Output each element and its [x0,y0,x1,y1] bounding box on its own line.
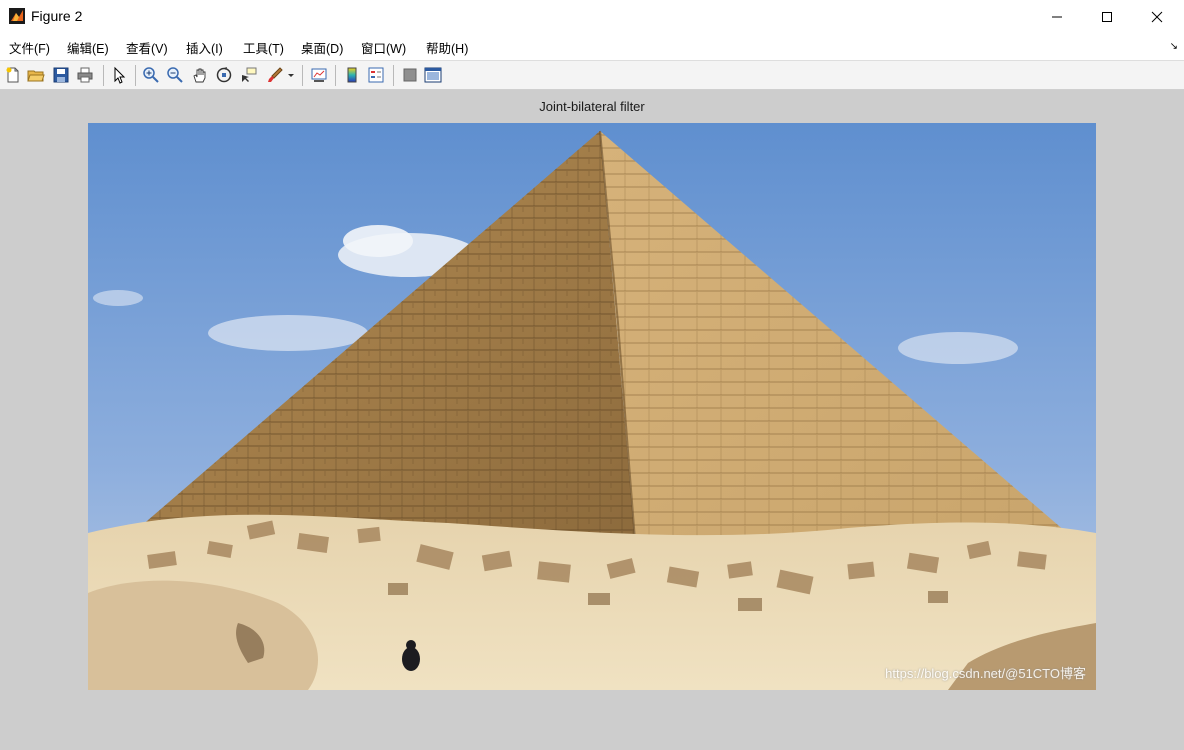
menu-insert[interactable]: 插入(I) [186,38,223,57]
minimize-icon [1052,16,1062,17]
colorbar-icon[interactable] [343,66,361,84]
figure-toolbar [0,60,1184,90]
maximize-icon [1102,11,1112,22]
toolbar-separator [302,65,303,86]
new-figure-icon[interactable] [4,66,22,84]
pyramid-image [88,123,1096,690]
menu-bar: 文件(F) 编辑(E) 查看(V) 插入(I) 工具(T) 桌面(D) 窗口(W… [0,33,1184,60]
axes-image: https://blog.csdn.net/@51CTO博客 [88,123,1096,690]
toolbar-separator [135,65,136,86]
pan-hand-icon[interactable] [191,66,209,84]
show-plot-tools-icon[interactable] [424,66,442,84]
toolbar-separator [393,65,394,86]
rotate-3d-icon[interactable] [215,66,233,84]
close-button[interactable] [1132,0,1182,33]
hide-plot-tools-icon[interactable] [401,66,419,84]
axes-title: Joint-bilateral filter [539,99,645,114]
brush-icon[interactable] [266,66,284,84]
dock-arrow-icon[interactable]: ↘ [1170,41,1178,52]
menu-help[interactable]: 帮助(H) [426,38,468,57]
data-cursor-icon[interactable] [240,66,258,84]
menu-file[interactable]: 文件(F) [9,38,50,57]
pointer-icon[interactable] [110,66,128,84]
minimize-button[interactable] [1032,0,1082,33]
maximize-button[interactable] [1082,0,1132,33]
title-bar: Figure 2 [0,0,1184,33]
menu-desktop[interactable]: 桌面(D) [301,38,343,57]
link-plot-icon[interactable] [310,66,328,84]
toolbar-separator [335,65,336,86]
zoom-in-icon[interactable] [142,66,160,84]
menu-tools[interactable]: 工具(T) [243,38,284,57]
open-file-icon[interactable] [27,66,45,84]
window-title: Figure 2 [31,8,83,24]
toolbar-separator [103,65,104,86]
menu-edit[interactable]: 编辑(E) [67,38,109,57]
watermark-text: https://blog.csdn.net/@51CTO博客 [885,666,1086,681]
menu-window[interactable]: 窗口(W) [361,38,406,57]
close-icon [1151,11,1163,22]
save-icon[interactable] [52,66,70,84]
zoom-out-icon[interactable] [166,66,184,84]
matlab-app-icon [9,8,25,24]
chevron-down-icon[interactable] [286,66,296,84]
print-icon[interactable] [76,66,94,84]
menu-view[interactable]: 查看(V) [126,38,168,57]
legend-icon[interactable] [367,66,385,84]
